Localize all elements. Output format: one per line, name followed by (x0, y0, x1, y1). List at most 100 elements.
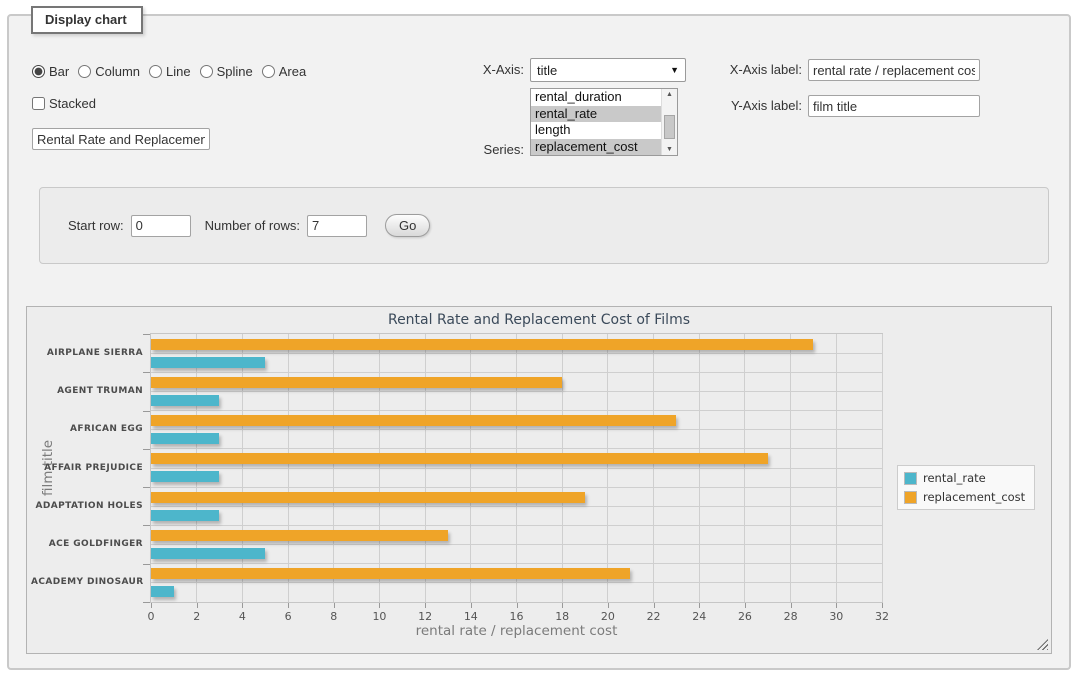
bar-replacement_cost-agent-truman (151, 377, 562, 388)
series-option-replacement_cost[interactable]: replacement_cost (531, 139, 661, 156)
x-tick-mark (197, 603, 198, 608)
bar-replacement_cost-airplane-sierra (151, 339, 813, 350)
x-tick-label: 6 (268, 610, 308, 623)
x-tick-label: 20 (588, 610, 628, 623)
series-option-length[interactable]: length (531, 122, 661, 139)
x-tick-label: 12 (405, 610, 445, 623)
radio-area[interactable] (262, 65, 275, 78)
radio-text: Bar (49, 64, 69, 79)
x-tick-mark (517, 603, 518, 608)
bar-replacement_cost-academy-dinosaur (151, 568, 630, 579)
chart-title-input[interactable] (32, 128, 210, 150)
legend-swatch-icon (904, 472, 917, 485)
go-button[interactable]: Go (385, 214, 430, 237)
y-tick-mark (143, 525, 150, 526)
y-gridline (151, 487, 882, 488)
series-option-rental_duration[interactable]: rental_duration (531, 89, 661, 106)
radio-column[interactable] (78, 65, 91, 78)
y-gridline (151, 372, 882, 373)
num-rows-input[interactable] (307, 215, 367, 237)
x-tick-label: 2 (177, 610, 217, 623)
chart-type-radio-group: Bar Column Line Spline Area (32, 64, 315, 79)
bar-rental_rate-affair-prejudice (151, 471, 219, 482)
x-tick-mark (745, 603, 746, 608)
series-listbox[interactable]: rental_durationrental_ratelengthreplacem… (530, 88, 678, 156)
y-gridline (151, 391, 882, 392)
series-option-rental_rate[interactable]: rental_rate (531, 106, 661, 123)
y-gridline (151, 410, 882, 411)
category-label: AFRICAN EGG (31, 424, 143, 434)
y-tick-mark (143, 602, 150, 603)
radio-spline[interactable] (200, 65, 213, 78)
legend-item-rental_rate: rental_rate (904, 471, 1025, 485)
x-tick-label: 10 (359, 610, 399, 623)
x-tick-mark (608, 603, 609, 608)
category-label: AFFAIR PREJUDICE (31, 463, 143, 473)
y-tick-mark (143, 449, 150, 450)
rows-panel: Start row: Number of rows: Go (39, 187, 1049, 264)
x-tick-mark (425, 603, 426, 608)
start-row-input[interactable] (131, 215, 191, 237)
stacked-label: Stacked (32, 96, 96, 111)
radio-label-line: Line (149, 64, 191, 79)
y-gridline (151, 563, 882, 564)
radio-label-bar: Bar (32, 64, 69, 79)
y-gridline (151, 506, 882, 507)
bar-rental_rate-academy-dinosaur (151, 586, 174, 597)
legend-label: replacement_cost (923, 490, 1025, 504)
y-tick-mark (143, 334, 150, 335)
bar-replacement_cost-african-egg (151, 415, 676, 426)
bar-replacement_cost-ace-goldfinger (151, 530, 448, 541)
x-tick-label: 16 (497, 610, 537, 623)
y-gridline (151, 429, 882, 430)
chart-title: Rental Rate and Replacement Cost of Film… (27, 312, 1051, 328)
x-tick-mark (654, 603, 655, 608)
y-gridline (151, 582, 882, 583)
x-tick-mark (471, 603, 472, 608)
x-tick-label: 22 (634, 610, 674, 623)
x-tick-mark (882, 603, 883, 608)
bar-rental_rate-agent-truman (151, 395, 219, 406)
y-gridline (151, 544, 882, 545)
x-tick-mark (151, 603, 152, 608)
x-tick-mark (242, 603, 243, 608)
bar-rental_rate-adaptation-holes (151, 510, 219, 521)
series-label: Series: (399, 138, 524, 162)
category-label: ACADEMY DINOSAUR (31, 577, 143, 587)
category-label: AIRPLANE SIERRA (31, 348, 143, 358)
x-tick-label: 26 (725, 610, 765, 623)
x-tick-mark (334, 603, 335, 608)
y-tick-mark (143, 487, 150, 488)
x-tick-mark (562, 603, 563, 608)
x-tick-mark (836, 603, 837, 608)
y-gridline (151, 468, 882, 469)
stacked-checkbox[interactable] (32, 97, 45, 110)
resize-handle-icon[interactable] (1037, 639, 1048, 650)
radio-label-area: Area (262, 64, 306, 79)
y-gridline (151, 353, 882, 354)
legend-item-replacement_cost: replacement_cost (904, 490, 1025, 504)
fieldset-legend: Display chart (31, 6, 143, 34)
chart-container: Rental Rate and Replacement Cost of Film… (26, 306, 1052, 654)
x-axis-label-field-label: X-Axis label: (659, 58, 802, 82)
x-tick-mark (288, 603, 289, 608)
radio-text: Spline (217, 64, 253, 79)
scroll-down-icon[interactable]: ▼ (662, 146, 677, 153)
series-options: rental_durationrental_ratelengthreplacem… (531, 89, 661, 155)
legend-label: rental_rate (923, 471, 986, 485)
x-tick-label: 28 (771, 610, 811, 623)
x-tick-label: 4 (222, 610, 262, 623)
category-label: AGENT TRUMAN (31, 386, 143, 396)
scrollbar-thumb[interactable] (664, 115, 675, 139)
bar-replacement_cost-affair-prejudice (151, 453, 768, 464)
legend-swatch-icon (904, 491, 917, 504)
chart-legend: rental_rate replacement_cost (897, 465, 1035, 510)
x-tick-label: 30 (816, 610, 856, 623)
radio-line[interactable] (149, 65, 162, 78)
bar-rental_rate-airplane-sierra (151, 357, 265, 368)
radio-label-column: Column (78, 64, 140, 79)
radio-bar[interactable] (32, 65, 45, 78)
x-axis-label-input[interactable] (808, 59, 980, 81)
y-axis-label-input[interactable] (808, 95, 980, 117)
y-gridline (151, 525, 882, 526)
